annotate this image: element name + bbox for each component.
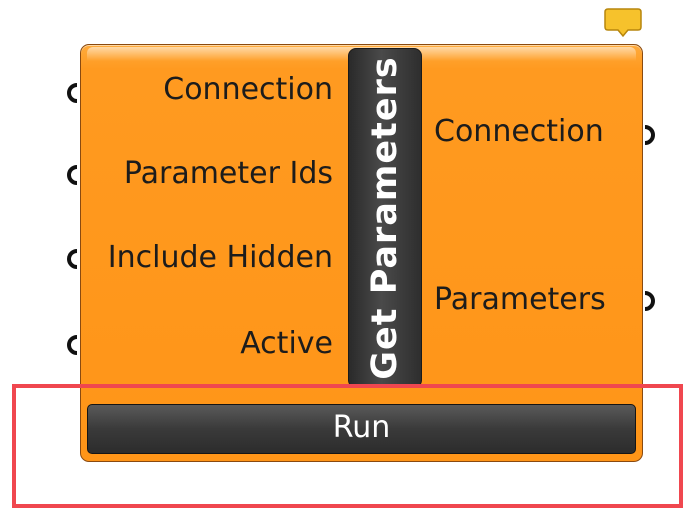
component-nickname-bar[interactable]: Get Parameters: [348, 48, 422, 388]
input-grip-active-icon[interactable]: [60, 334, 82, 356]
output-label-connection[interactable]: Connection: [434, 114, 604, 150]
output-grip-parameters-icon[interactable]: [640, 290, 662, 312]
comment-balloon-icon[interactable]: [604, 8, 642, 38]
grasshopper-canvas: Connection Parameter Ids Include Hidden …: [0, 0, 683, 511]
input-label-connection[interactable]: Connection: [163, 72, 333, 108]
input-grip-connection-icon[interactable]: [60, 82, 82, 104]
run-button[interactable]: Run: [87, 404, 636, 454]
input-label-include-hidden[interactable]: Include Hidden: [108, 240, 333, 276]
output-label-parameters[interactable]: Parameters: [434, 282, 606, 318]
input-grip-parameter-ids-icon[interactable]: [60, 164, 82, 186]
input-grip-include-hidden-icon[interactable]: [60, 248, 82, 270]
input-label-parameter-ids[interactable]: Parameter Ids: [124, 156, 333, 192]
input-label-active[interactable]: Active: [240, 326, 333, 362]
output-grip-connection-icon[interactable]: [640, 124, 662, 146]
component-nickname: Get Parameters: [365, 56, 405, 380]
